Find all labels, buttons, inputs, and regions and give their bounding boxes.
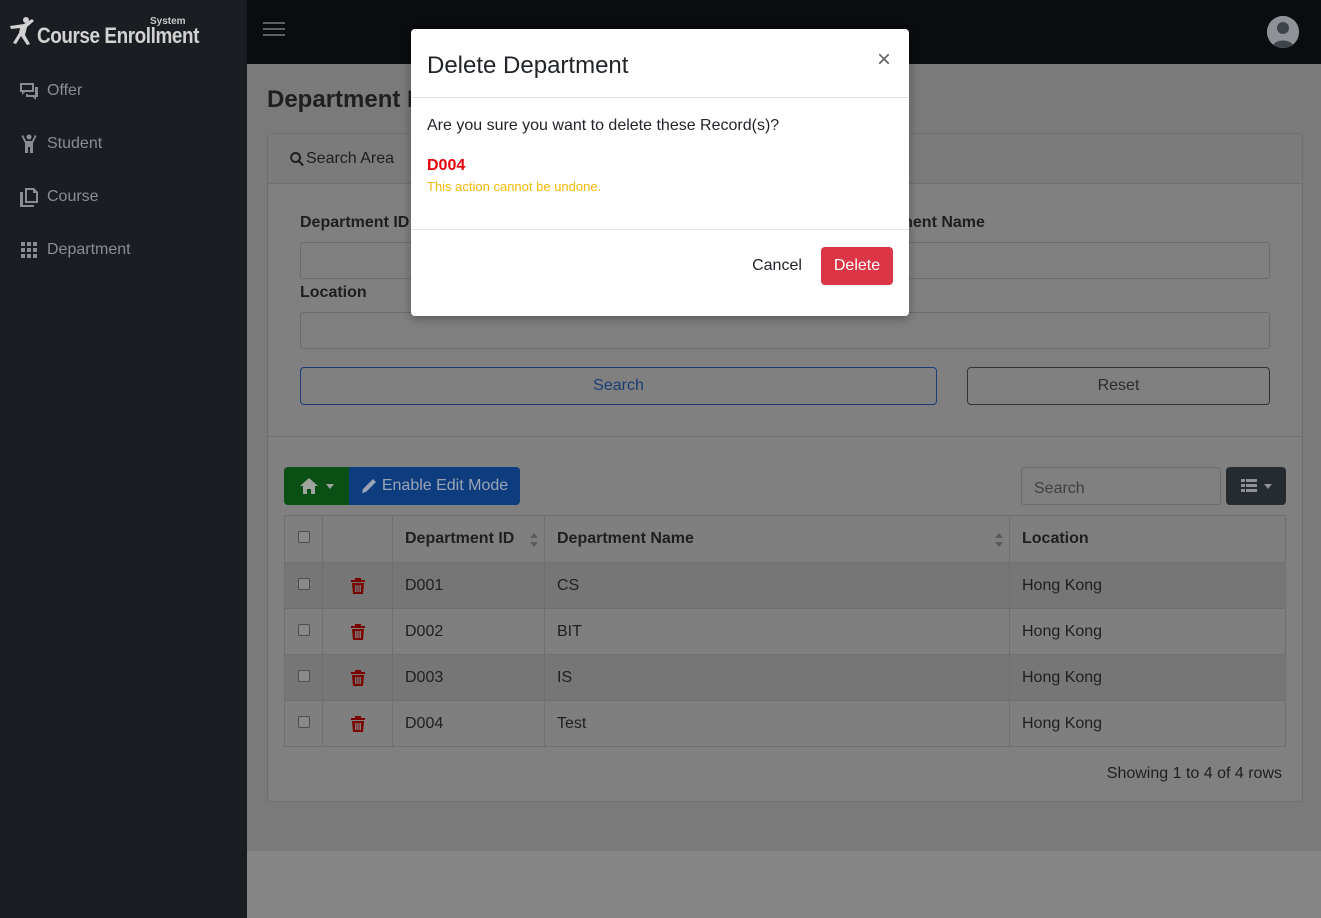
delete-department-modal: Delete Department × Are you sure you wan… [411,29,909,316]
record-id: D004 [427,157,466,174]
user-avatar[interactable] [1267,16,1299,48]
dept-name-input[interactable] [848,242,1270,279]
sidebar-item-offer[interactable]: Offer [0,71,247,111]
location-input[interactable] [300,312,1270,349]
reset-button[interactable]: Reset [967,367,1270,405]
delete-button[interactable]: Delete [821,247,893,285]
columns-toggle-button[interactable] [1226,467,1286,505]
pencil-icon [361,479,376,493]
dept-name-header[interactable]: Department Name [544,515,1010,563]
brand-title: Course Enrollment [37,23,199,48]
divider [268,436,1302,437]
sidebar-item-course[interactable]: Course [0,177,247,217]
sort-icon [530,533,538,547]
department-table: Department ID Department Name Location D… [284,515,1286,747]
row-checkbox[interactable] [297,577,310,590]
row-checkbox[interactable] [297,623,310,636]
sidebar-item-department[interactable]: Department [0,230,247,270]
table-row: D003 IS Hong Kong [284,654,1286,701]
sidebar-item-label: Student [47,135,103,152]
list-grid-icon [1240,479,1257,492]
action-header [322,515,393,563]
hamburger-menu-icon[interactable] [263,22,285,40]
dept-id-cell: D004 [392,700,545,747]
dept-id-header[interactable]: Department ID [392,515,545,563]
table-row: D002 BIT Hong Kong [284,608,1286,655]
location-cell: Hong Kong [1009,700,1286,747]
edit-mode-label: Enable Edit Mode [381,477,509,494]
student-icon [18,133,40,155]
grid-icon [18,239,40,261]
warning-text: This action cannot be undone. [427,179,602,194]
caret-down-icon [1263,483,1272,489]
modal-body: Are you sure you want to delete these Re… [427,117,893,194]
row-checkbox[interactable] [297,669,310,682]
table-search-input[interactable]: Search [1021,467,1221,505]
delete-row-button[interactable] [322,562,393,609]
cancel-button[interactable]: Cancel [741,247,813,285]
location-cell: Hong Kong [1009,654,1286,701]
dept-id-label: Department ID [300,214,410,231]
dept-name-cell: CS [544,562,1010,609]
home-icon [300,478,318,494]
table-row: D004 Test Hong Kong [284,700,1286,747]
sidebar-item-label: Department [47,241,131,258]
caret-down-icon [326,483,334,489]
location-label: Location [300,284,367,301]
course-icon [18,186,40,208]
delete-row-button[interactable] [322,654,393,701]
search-icon [290,152,304,167]
close-icon[interactable]: × [877,48,891,72]
home-dropdown-button[interactable] [284,467,349,505]
runner-logo-icon [10,17,34,45]
offer-icon [18,80,40,102]
dept-name-cell: Test [544,700,1010,747]
user-icon [1267,16,1299,48]
table-header-row: Department ID Department Name Location [284,515,1286,563]
modal-title: Delete Department [427,52,629,79]
dept-id-cell: D003 [392,654,545,701]
sidebar-item-label: Course [47,188,99,205]
select-all-checkbox[interactable] [297,531,310,543]
page-bottom [247,851,1321,918]
trash-icon [350,623,365,640]
enable-edit-mode-button[interactable]: Enable Edit Mode [349,467,520,505]
search-area-title: Search Area [306,150,395,167]
confirm-message: Are you sure you want to delete these Re… [427,117,780,134]
sort-icon [995,533,1003,547]
location-cell: Hong Kong [1009,562,1286,609]
table-row: D001 CS Hong Kong [284,562,1286,609]
select-all-cell [284,515,323,563]
brand-logo[interactable]: System Course Enrollment [8,16,238,52]
trash-icon [350,715,365,732]
trash-icon [350,669,365,686]
dept-id-cell: D002 [392,608,545,655]
sidebar: System Course Enrollment Offer Student C… [0,0,247,918]
dept-name-cell: IS [544,654,1010,701]
location-header[interactable]: Location [1009,515,1286,563]
delete-row-button[interactable] [322,608,393,655]
modal-footer: Cancel Delete [411,229,909,316]
sidebar-item-student[interactable]: Student [0,124,247,164]
sidebar-item-label: Offer [47,82,83,99]
pagination-info: Showing 1 to 4 of 4 rows [1106,765,1282,782]
row-checkbox[interactable] [297,715,310,728]
dept-name-cell: BIT [544,608,1010,655]
trash-icon [350,577,365,594]
search-button[interactable]: Search [300,367,937,405]
dept-id-cell: D001 [392,562,545,609]
location-cell: Hong Kong [1009,608,1286,655]
modal-header: Delete Department × [411,29,909,98]
delete-row-button[interactable] [322,700,393,747]
